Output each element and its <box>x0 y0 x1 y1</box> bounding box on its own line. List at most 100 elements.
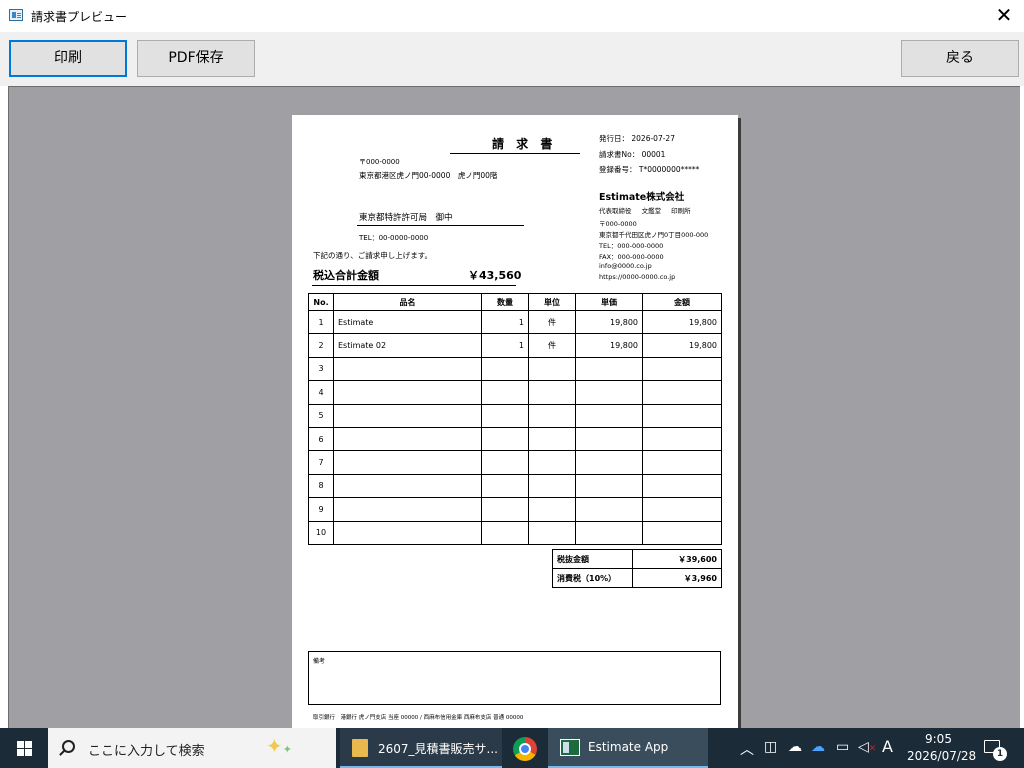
network-icon[interactable]: ▭ <box>836 739 849 755</box>
app-icon <box>560 739 580 756</box>
unit-cell: 件 <box>528 333 576 358</box>
issue-date: 発行日： 2026-07-27 <box>599 134 675 143</box>
header-quantity: 数量 <box>481 293 529 311</box>
item-name-cell <box>333 403 482 428</box>
unit-price-cell <box>575 403 643 428</box>
company-tel: TEL：000-000-0000 <box>599 242 664 250</box>
title-bar: 請求書プレビュー ✕ <box>0 0 1024 32</box>
chrome-icon <box>513 737 537 761</box>
items-table: No. 品名 数量 単位 単価 金額 1 Estimate 1 件 19,800 19,8… <box>308 293 722 545</box>
document-title: 請 求 書 <box>492 137 557 151</box>
remarks-label: 備考 <box>313 658 326 665</box>
meet-now-icon[interactable]: ◫ <box>764 739 777 755</box>
row-no-cell: 5 <box>308 403 334 428</box>
taskbar-chrome[interactable] <box>502 728 548 768</box>
total-label: 税込合計金額 <box>313 269 379 282</box>
unit-price-cell <box>575 450 643 475</box>
unit-price-cell <box>575 497 643 522</box>
taskbar-search-box[interactable]: ここに入力して検索 ✦✦ <box>48 728 336 768</box>
quantity-cell <box>481 426 529 452</box>
table-row: 2 Estimate 02 1 件 19,800 19,800 <box>308 333 722 358</box>
taskbar: ここに入力して検索 ✦✦ 2607_見積書販売サ... Estimate App… <box>0 728 1024 768</box>
amount-cell <box>642 356 722 382</box>
registration-number: 登録番号： T*0000000***** <box>599 165 700 174</box>
table-row: 3 <box>308 356 722 382</box>
onedrive-personal-icon[interactable]: ☁ <box>811 739 825 755</box>
invoice-number: 請求書No： 00001 <box>599 150 666 159</box>
title-underline <box>450 153 580 154</box>
item-name-cell: Estimate 02 <box>333 333 482 358</box>
item-name-cell <box>333 473 482 499</box>
amount-cell <box>642 450 722 475</box>
table-row: 6 <box>308 426 722 452</box>
tax-label: 消費税（10%） <box>552 568 633 588</box>
amount-cell <box>642 520 722 545</box>
clock-date[interactable]: 2026/07/28 <box>907 749 976 763</box>
ime-icon[interactable]: A <box>882 737 893 756</box>
quantity-cell <box>481 403 529 428</box>
copilot-sparkle-icon[interactable]: ✦✦ <box>266 734 292 758</box>
total-underline <box>312 285 516 286</box>
row-no-cell: 8 <box>308 473 334 499</box>
customer-tel: TEL：00-0000-0000 <box>359 234 429 242</box>
table-row: 4 <box>308 380 722 405</box>
invoice-page: 請 求 書 発行日： 2026-07-27 請求書No： 00001 登録番号：… <box>292 115 738 728</box>
table-row: 8 <box>308 473 722 499</box>
taskbar-folder-window[interactable]: 2607_見積書販売サ... <box>340 728 502 768</box>
unit-cell <box>528 473 576 499</box>
quantity-cell <box>481 473 529 499</box>
unit-cell <box>528 426 576 452</box>
row-no-cell: 1 <box>308 309 334 335</box>
taskbar-estimate-app[interactable]: Estimate App <box>548 728 708 768</box>
table-row: 5 <box>308 403 722 428</box>
unit-cell <box>528 450 576 475</box>
amount-cell <box>642 403 722 428</box>
customer-postal: 〒000-0000 <box>359 158 400 166</box>
unit-price-cell <box>575 473 643 499</box>
volume-muted-icon[interactable]: ◁✕ <box>858 739 876 755</box>
company-fax: FAX：000-000-0000 <box>599 253 664 261</box>
quantity-cell: 1 <box>481 309 529 335</box>
onedrive-icon[interactable]: ☁ <box>788 739 802 755</box>
customer-address: 東京都港区虎ノ門00-0000 虎ノ門00階 <box>359 171 498 180</box>
folder-icon <box>352 739 368 757</box>
tray-chevron-icon[interactable]: ︿ <box>740 739 754 759</box>
amount-cell <box>642 426 722 452</box>
search-placeholder: ここに入力して検索 <box>88 744 205 759</box>
unit-cell: 件 <box>528 309 576 335</box>
row-no-cell: 10 <box>308 520 334 545</box>
save-pdf-button[interactable]: PDF保存 <box>137 40 255 77</box>
quantity-cell <box>481 520 529 545</box>
row-no-cell: 3 <box>308 356 334 382</box>
back-button[interactable]: 戻る <box>901 40 1019 77</box>
item-name-cell <box>333 380 482 405</box>
company-website: https://0000-0000.co.jp <box>599 273 676 281</box>
greeting-text: 下記の通り、ご請求申し上げます。 <box>313 251 432 260</box>
print-preview-area[interactable]: 請 求 書 発行日： 2026-07-27 請求書No： 00001 登録番号：… <box>8 86 1020 728</box>
company-roles: 代表取締役 文鑑堂 印刷所 <box>599 207 691 215</box>
print-button[interactable]: 印刷 <box>9 40 127 77</box>
amount-cell <box>642 380 722 405</box>
amount-cell <box>642 497 722 522</box>
header-unit: 単位 <box>528 293 576 311</box>
unit-price-cell: 19,800 <box>575 333 643 358</box>
clock-time[interactable]: 9:05 <box>925 732 952 746</box>
app-icon <box>9 9 23 21</box>
unit-cell <box>528 380 576 405</box>
windows-start-icon[interactable] <box>0 728 48 768</box>
row-no-cell: 4 <box>308 380 334 405</box>
quantity-cell <box>481 380 529 405</box>
item-name-cell <box>333 426 482 452</box>
table-row: 1 Estimate 1 件 19,800 19,800 <box>308 309 722 335</box>
item-name-cell <box>333 450 482 475</box>
close-button[interactable]: ✕ <box>984 0 1024 32</box>
header-amount: 金額 <box>642 293 722 311</box>
header-item-name: 品名 <box>333 293 482 311</box>
amount-cell: 19,800 <box>642 309 722 335</box>
customer-name: 東京都特許許可局 御中 <box>359 213 453 223</box>
amount-cell <box>642 473 722 499</box>
company-name: Estimate株式会社 <box>599 192 685 203</box>
quantity-cell <box>481 356 529 382</box>
header-unit-price: 単価 <box>575 293 643 311</box>
row-no-cell: 9 <box>308 497 334 522</box>
